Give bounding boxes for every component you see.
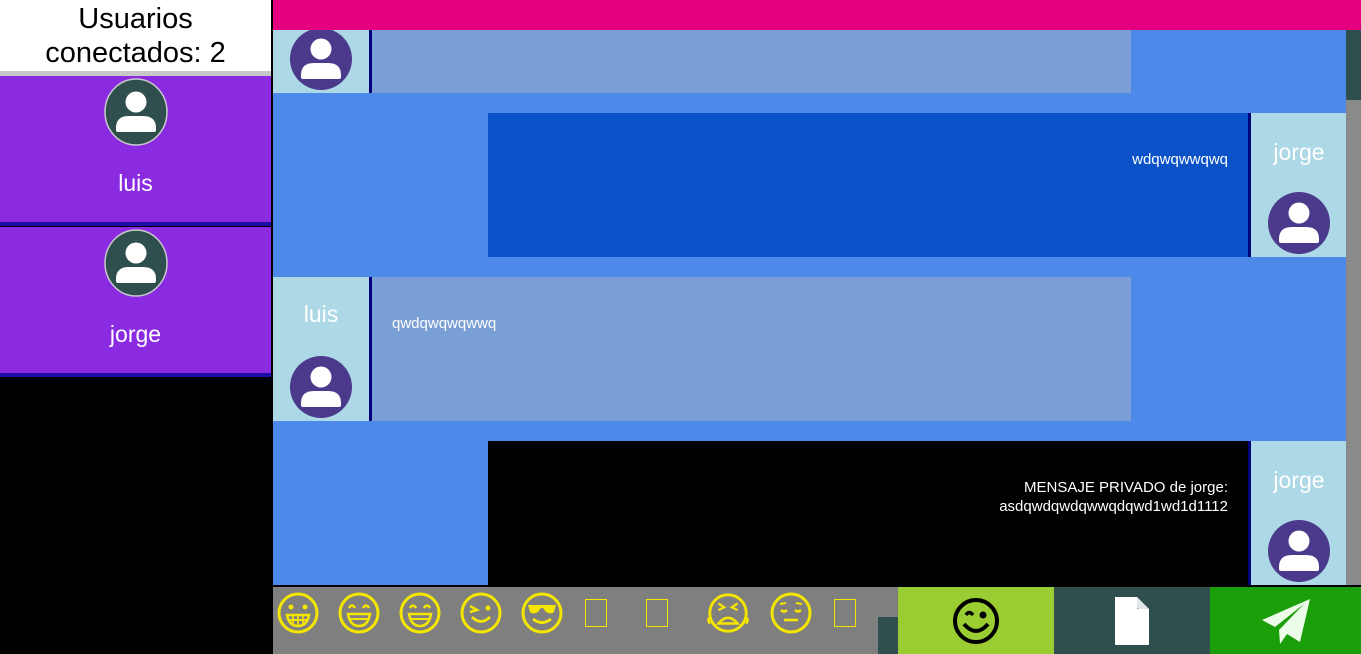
tired-face-icon[interactable] bbox=[704, 588, 752, 638]
message-sender: luis bbox=[303, 301, 339, 327]
file-icon bbox=[1115, 596, 1149, 645]
message-avatar-block: jorge bbox=[1251, 113, 1346, 257]
message-avatar-block: luis bbox=[273, 277, 369, 421]
user-avatar-icon bbox=[1268, 520, 1330, 582]
private-message-bubble: MENSAJE PRIVADO de jorge: asdqwdqwdqwwqd… bbox=[488, 441, 1248, 585]
user-avatar-icon bbox=[290, 356, 352, 418]
missing-glyph-icon[interactable] bbox=[633, 588, 681, 638]
paper-plane-send-icon bbox=[1261, 598, 1310, 644]
message-bubble-right: wdqwqwwqwq bbox=[488, 113, 1248, 257]
connected-users-header: Usuarios conectados: 2 bbox=[0, 0, 271, 71]
user-name: jorge bbox=[109, 321, 162, 347]
winking-face-icon[interactable] bbox=[457, 588, 505, 638]
users-sidebar: Usuarios conectados: 2 luis jorge bbox=[0, 0, 271, 654]
message-bubble-left bbox=[372, 30, 1131, 93]
user-avatar-icon bbox=[1268, 192, 1330, 254]
chat-scrollbar[interactable] bbox=[1346, 30, 1361, 585]
user-avatar-icon bbox=[104, 229, 168, 297]
message-avatar-block bbox=[273, 30, 369, 93]
user-card-luis[interactable]: luis bbox=[0, 76, 271, 226]
attach-file-button[interactable] bbox=[1054, 587, 1210, 654]
emoji-picker-button[interactable] bbox=[898, 587, 1054, 654]
private-message-label: MENSAJE PRIVADO de jorge: bbox=[1024, 479, 1228, 496]
user-card-jorge[interactable]: jorge bbox=[0, 227, 271, 377]
message-sender: jorge bbox=[1273, 139, 1325, 165]
emoji-scrollbar-thumb[interactable] bbox=[878, 617, 898, 654]
wink-smiley-icon bbox=[953, 597, 999, 644]
beaming-face-icon[interactable] bbox=[396, 588, 444, 638]
send-message-button[interactable] bbox=[1210, 587, 1361, 654]
message-avatar-block: jorge bbox=[1251, 441, 1346, 585]
chat-top-bar bbox=[273, 0, 1361, 30]
user-avatar-icon bbox=[104, 78, 168, 146]
chat-messages-area[interactable]: wdqwqwwqwq jorge luis qwdqwqwqwwq MENSAJ… bbox=[273, 30, 1346, 585]
user-avatar-icon bbox=[290, 30, 352, 90]
message-text: qwdqwqwqwwq bbox=[392, 315, 497, 332]
grinning-face-icon[interactable] bbox=[274, 588, 322, 638]
header-line-2: conectados: 2 bbox=[45, 36, 226, 69]
message-text: asdqwdqwdqwwqdqwd1wd1d1112 bbox=[999, 498, 1228, 515]
smiling-face-sunglasses-icon[interactable] bbox=[518, 588, 566, 638]
user-name: luis bbox=[118, 170, 153, 196]
message-bubble-left: qwdqwqwqwwq bbox=[372, 277, 1131, 421]
header-line-1: Usuarios bbox=[78, 2, 193, 35]
chat-scrollbar-thumb[interactable] bbox=[1346, 30, 1361, 100]
grinning-face-smiling-eyes-icon[interactable] bbox=[335, 588, 383, 638]
relieved-face-icon[interactable] bbox=[767, 588, 815, 638]
message-sender: jorge bbox=[1273, 467, 1325, 493]
missing-glyph-icon[interactable] bbox=[572, 588, 620, 638]
missing-glyph-icon[interactable] bbox=[821, 588, 869, 638]
message-text: wdqwqwwqwq bbox=[1132, 151, 1228, 168]
